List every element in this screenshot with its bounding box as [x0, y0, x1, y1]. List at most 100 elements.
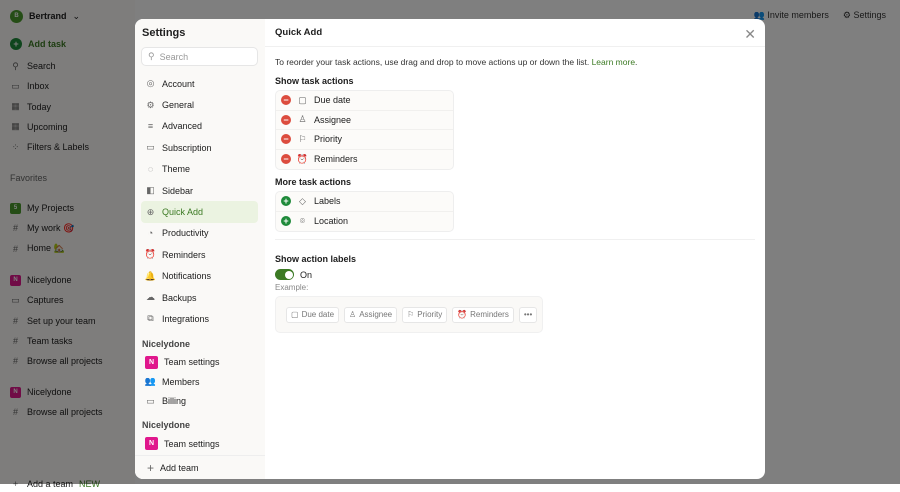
chip-label: Reminders [470, 310, 509, 319]
panel-title: Quick Add [275, 27, 323, 38]
remove-action-icon[interactable]: − [281, 134, 291, 145]
close-icon[interactable]: ✕ [744, 26, 756, 43]
team-nav-billing[interactable]: ▭ Billing [141, 392, 258, 412]
team-nav-members[interactable]: 👥 Members [141, 372, 258, 392]
action-row[interactable]: + ◇ Labels [276, 192, 453, 212]
person-icon: ♙ [349, 310, 357, 319]
settings-dialog: Settings ⚲ Search ◎ Account ⚙ General ≡ Advanc… [135, 19, 765, 479]
action-labels-toggle[interactable] [275, 269, 294, 280]
team-section-heading: Nicelydone [142, 338, 191, 349]
nav-label: Productivity [162, 228, 209, 239]
settings-nav-general[interactable]: ⚙ General [141, 94, 258, 115]
wallet-icon: ▭ [146, 142, 155, 153]
remove-action-icon[interactable]: − [281, 154, 291, 165]
team-nav-team-settings[interactable]: N Team settings [141, 434, 258, 454]
nav-label: Backups [162, 292, 197, 303]
alarm-icon: ⏰ [296, 153, 309, 164]
add-team-label: Add team [160, 462, 199, 473]
settings-nav-theme[interactable]: ◌ Theme [141, 159, 258, 180]
action-label: Location [314, 216, 349, 227]
flag-icon: ⚐ [407, 310, 415, 319]
remove-action-icon[interactable]: − [281, 114, 291, 125]
settings-nav-subscription[interactable]: ▭ Subscription [141, 137, 258, 158]
action-row[interactable]: − ⚐ Priority [276, 130, 453, 150]
nav-label: Team settings [164, 438, 220, 449]
action-row[interactable]: − ⏰ Reminders [276, 150, 453, 170]
learn-more-link[interactable]: Learn more [592, 57, 635, 67]
nav-label: Theme [162, 164, 191, 175]
example-label: Example: [275, 283, 309, 292]
add-action-icon[interactable]: + [281, 196, 291, 207]
search-icon: ⚲ [148, 51, 155, 61]
remove-action-icon[interactable]: − [281, 95, 291, 106]
example-preview: ▢ Due date ♙ Assignee ⚐ Priority ⏰ Reminders ••• [275, 296, 543, 333]
calendar-icon: ▢ [298, 94, 307, 105]
nav-label: Reminders [162, 249, 206, 260]
members-icon: 👥 [144, 376, 157, 387]
nav-label: Account [162, 78, 195, 89]
gear-icon: ⚙ [146, 99, 155, 110]
divider [275, 239, 755, 240]
calendar-icon: ▢ [291, 310, 299, 319]
action-labels-heading: Show action labels [275, 254, 357, 264]
tag-icon: ◇ [299, 195, 306, 206]
team-nav-team-settings[interactable]: N Team settings [141, 353, 258, 373]
settings-nav-account[interactable]: ◎ Account [141, 73, 258, 94]
quick-add-icon: ⊕ [146, 206, 155, 217]
alarm-icon: ⏰ [144, 249, 157, 260]
wallet-icon: ▭ [146, 395, 155, 406]
settings-nav-productivity[interactable]: ◔ Productivity [141, 223, 258, 244]
action-row[interactable]: − ♙ Assignee [276, 111, 453, 130]
example-chip: ⚐ Priority [402, 306, 448, 323]
shown-actions-list: − ▢ Due date − ♙ Assignee − ⚐ Priority − ⏰ Reminder… [275, 90, 454, 170]
action-row[interactable]: + ⌾ Location [276, 212, 453, 232]
bell-icon: 🔔 [144, 270, 157, 281]
cloud-upload-icon: ☁ [146, 292, 155, 303]
example-chip: ▢ Due date [286, 306, 340, 323]
action-row[interactable]: − ▢ Due date [276, 91, 453, 111]
puzzle-icon: ⧉ [147, 313, 154, 324]
show-actions-heading: Show task actions [275, 76, 354, 86]
alarm-icon: ⏰ [457, 310, 468, 319]
example-chip: ⏰ Reminders [452, 306, 514, 323]
action-label: Due date [314, 95, 351, 106]
productivity-icon: ◔ [147, 228, 154, 239]
nav-label: Notifications [162, 271, 212, 282]
settings-search-input[interactable]: ⚲ Search [141, 47, 258, 66]
settings-nav-integrations[interactable]: ⧉ Integrations [141, 308, 258, 329]
search-placeholder: Search [159, 51, 189, 62]
add-team-button[interactable]: + Add team [135, 455, 265, 479]
description: To reorder your task actions, use drag a… [275, 57, 638, 67]
nav-label: General [162, 100, 195, 111]
nav-label: Quick Add [162, 207, 204, 218]
settings-title: Settings [142, 27, 186, 39]
chip-label: Due date [301, 310, 335, 319]
nav-label: Subscription [162, 142, 212, 153]
description-text: To reorder your task actions, use drag a… [275, 57, 590, 67]
sliders-icon: ≡ [147, 121, 154, 132]
nav-label: Members [162, 376, 200, 387]
add-action-icon[interactable]: + [281, 216, 291, 227]
example-chip: ♙ Assignee [344, 306, 398, 323]
team-avatar: N [145, 355, 158, 369]
action-label: Assignee [314, 114, 352, 125]
chip-label: Assignee [359, 310, 393, 319]
settings-nav-advanced[interactable]: ≡ Advanced [141, 116, 258, 137]
action-label: Labels [314, 196, 341, 207]
settings-nav-sidebar[interactable]: ◧ Sidebar [141, 180, 258, 201]
nav-label: Billing [162, 396, 187, 407]
toggle-state: On [300, 269, 313, 280]
team-avatar: N [145, 437, 158, 451]
settings-nav-notifications[interactable]: 🔔 Notifications [141, 266, 258, 287]
palette-icon: ◌ [147, 164, 154, 175]
nav-label: Advanced [162, 121, 203, 132]
nav-label: Sidebar [162, 185, 194, 196]
sidebar-icon: ◧ [146, 185, 155, 196]
action-label: Reminders [314, 154, 358, 165]
flag-icon: ⚐ [298, 133, 307, 144]
settings-nav-quick-add[interactable]: ⊕ Quick Add [141, 201, 258, 223]
more-actions-list: + ◇ Labels + ⌾ Location [275, 191, 454, 232]
settings-nav-reminders[interactable]: ⏰ Reminders [141, 244, 258, 265]
plus-icon: + [147, 460, 155, 475]
settings-nav-backups[interactable]: ☁ Backups [141, 287, 258, 308]
